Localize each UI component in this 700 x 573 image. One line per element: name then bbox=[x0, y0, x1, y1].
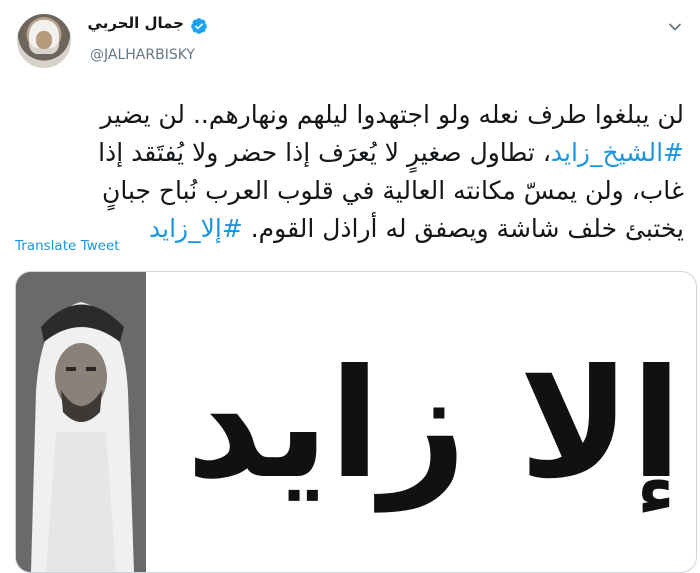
tweet-line: #الشيخ_زايد، تطاول صغيرٍ لا يُعرَف إذا ح… bbox=[16, 134, 684, 172]
verified-badge-icon bbox=[191, 18, 207, 34]
tweet-media-card[interactable]: إلا زايد bbox=[15, 271, 697, 573]
portrait-photo bbox=[16, 272, 146, 572]
hashtag-link[interactable]: #إلا_زايد bbox=[149, 214, 243, 243]
hashtag-link[interactable]: #الشيخ_زايد bbox=[551, 138, 684, 167]
media-headline: إلا زايد bbox=[185, 338, 684, 512]
tweet-header: جمال الحربي @JALHARBISKY bbox=[0, 0, 700, 85]
author-handle[interactable]: @JALHARBISKY bbox=[90, 47, 195, 63]
tweet-text-segment: يختبئ خلف شاشة ويصفق له أراذل القوم. bbox=[250, 214, 684, 243]
tweet-line: غاب، ولن يمسّ مكانته العالية في قلوب الع… bbox=[102, 176, 684, 205]
tweet-text-segment: ، تطاول صغيرٍ لا يُعرَف إذا حضر ولا يُفت… bbox=[98, 138, 551, 167]
portrait-illustration bbox=[16, 272, 146, 572]
tweet-line: لن يبلغوا طرف نعله ولو اجتهدوا ليلهم ونه… bbox=[100, 100, 684, 129]
translate-tweet-link[interactable]: Translate Tweet bbox=[15, 238, 120, 254]
tweet-body: لن يبلغوا طرف نعله ولو اجتهدوا ليلهم ونه… bbox=[16, 96, 684, 248]
chevron-down-icon[interactable] bbox=[668, 20, 682, 34]
author-name-row[interactable]: جمال الحربي bbox=[82, 14, 210, 38]
author-display-name[interactable]: جمال الحربي bbox=[88, 14, 184, 32]
author-avatar[interactable] bbox=[17, 14, 71, 68]
avatar-face bbox=[36, 31, 52, 49]
